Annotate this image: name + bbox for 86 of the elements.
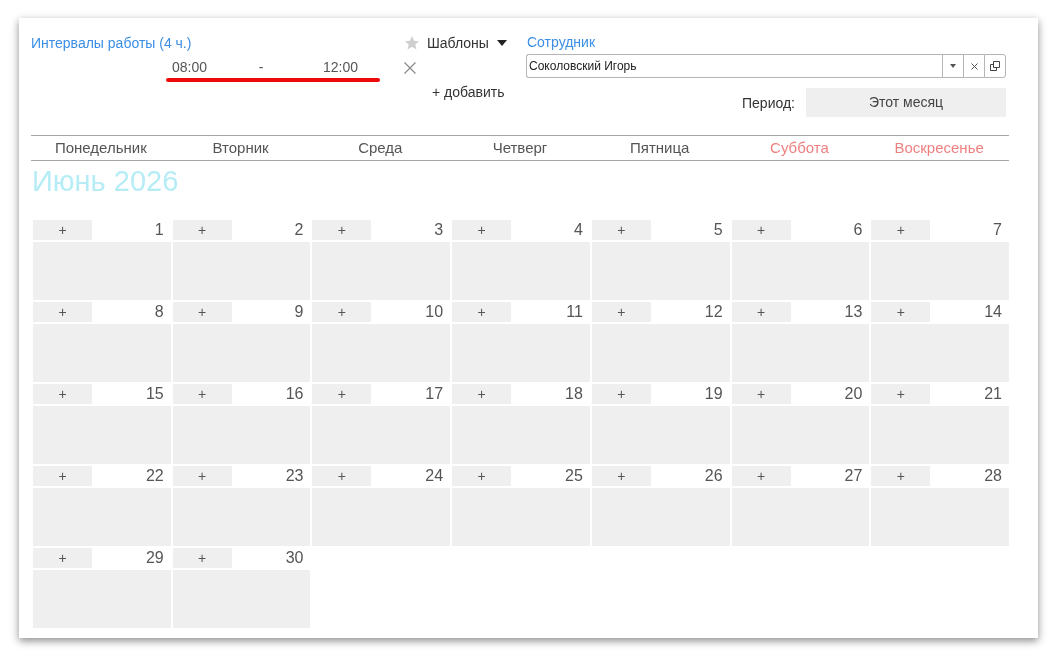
weekday-header: Вторник	[212, 138, 269, 158]
add-button[interactable]: +	[731, 466, 791, 486]
open-button[interactable]	[984, 54, 1006, 78]
day-number: 17	[425, 384, 444, 404]
day-number: 11	[566, 302, 583, 322]
day-number: 15	[145, 384, 164, 404]
period-label: Период:	[742, 93, 795, 113]
month-title: Июнь 2026	[32, 164, 179, 199]
day-number: 26	[704, 466, 723, 486]
add-button[interactable]: +	[312, 384, 372, 404]
add-button[interactable]: +	[452, 466, 512, 486]
start-time: 08:00	[172, 58, 208, 77]
star-icon	[404, 35, 420, 51]
add-button[interactable]: +	[33, 384, 92, 404]
day-number: 12	[704, 302, 723, 322]
dropdown-button[interactable]	[942, 54, 963, 78]
add-button[interactable]: +	[172, 548, 232, 568]
add-button[interactable]: +	[33, 302, 92, 322]
end-time: 12:00	[322, 58, 358, 77]
day-number: 25	[565, 466, 583, 486]
add-button[interactable]: +	[452, 384, 512, 404]
weekday-header: Понедельник	[54, 138, 147, 158]
day-number: 9	[294, 302, 304, 322]
day-number: 6	[853, 220, 863, 240]
add-button[interactable]: +	[591, 302, 651, 322]
day-number: 20	[844, 384, 863, 404]
add-button[interactable]: +	[33, 220, 92, 240]
weekday-header: Суббота	[770, 138, 829, 158]
weekday-header: Четверг	[492, 138, 548, 158]
add-button[interactable]: +	[591, 220, 651, 240]
time-separator: -	[258, 58, 265, 77]
section-title: Интервалы работы (4 ч.)	[31, 34, 193, 53]
caret-icon	[496, 40, 507, 46]
add-button[interactable]: +	[871, 384, 931, 404]
day-number: 28	[984, 466, 1002, 486]
add-button[interactable]: +	[33, 548, 92, 568]
weekday-header: Среда	[358, 138, 403, 158]
add-button[interactable]: +	[871, 220, 931, 240]
day-number: 30	[285, 548, 304, 568]
day-number: 29	[145, 548, 164, 568]
templates-dropdown[interactable]: Шаблоны	[404, 33, 507, 53]
windows-icon	[990, 61, 1000, 71]
add-button[interactable]: +	[172, 302, 232, 322]
add-button[interactable]: +	[731, 384, 791, 404]
day-number: 10	[425, 302, 444, 322]
day-number: 4	[573, 220, 583, 240]
day-number: 1	[154, 220, 164, 240]
close-icon	[970, 62, 978, 70]
day-number: 24	[425, 466, 444, 486]
add-button[interactable]: +	[871, 302, 931, 322]
period-button[interactable]: Этот месяц	[806, 88, 1006, 117]
caret-icon	[950, 64, 956, 68]
add-button[interactable]: +	[731, 302, 791, 322]
day-number: 23	[285, 466, 304, 486]
day-number: 21	[984, 384, 1002, 404]
add-button[interactable]: +	[312, 220, 372, 240]
add-button[interactable]: +	[871, 466, 931, 486]
add-button[interactable]: +	[33, 466, 92, 486]
add-link[interactable]: + добавить	[432, 82, 505, 102]
add-button[interactable]: +	[172, 220, 232, 240]
day-number: 5	[713, 220, 723, 240]
day-number: 27	[844, 466, 863, 486]
day-number: 13	[844, 302, 863, 322]
day-number: 2	[294, 220, 304, 240]
close-icon[interactable]	[404, 62, 416, 74]
weekday-header: Воскресенье	[894, 138, 984, 158]
day-number: 16	[285, 384, 304, 404]
add-button[interactable]: +	[172, 466, 232, 486]
field-label: Сотрудник	[527, 33, 595, 52]
weekday-header: Пятница	[630, 138, 690, 158]
add-button[interactable]: +	[312, 466, 372, 486]
employee-input[interactable]: Соколовский Игорь	[526, 54, 942, 78]
day-number: 14	[984, 302, 1002, 322]
add-button[interactable]: +	[172, 384, 232, 404]
add-button[interactable]: +	[452, 302, 512, 322]
day-number: 7	[993, 220, 1002, 240]
add-button[interactable]: +	[591, 384, 651, 404]
day-number: 8	[154, 302, 164, 322]
day-number: 19	[704, 384, 723, 404]
day-number: 22	[145, 466, 164, 486]
day-number: 3	[434, 220, 444, 240]
day-number: 18	[565, 384, 583, 404]
add-button[interactable]: +	[591, 466, 651, 486]
add-button[interactable]: +	[452, 220, 512, 240]
add-button[interactable]: +	[731, 220, 791, 240]
add-button[interactable]: +	[312, 302, 372, 322]
